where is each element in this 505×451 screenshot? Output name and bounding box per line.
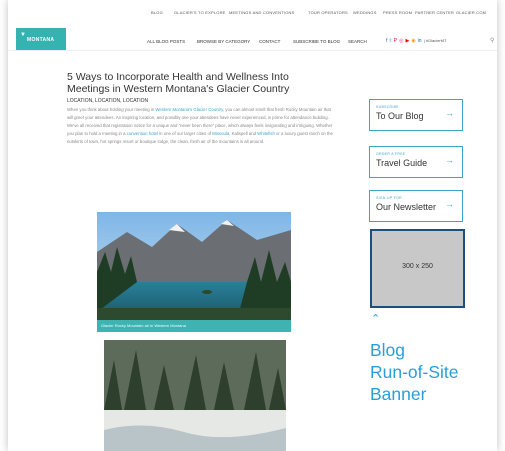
ad-placeholder[interactable]: 300 x 250 <box>370 229 465 308</box>
search-icon[interactable]: ⚲ <box>490 37 494 44</box>
youtube-icon[interactable]: ▶ <box>405 38 409 44</box>
twitter-icon[interactable]: 𝕥 <box>389 38 391 44</box>
link-missoula[interactable]: Missoula <box>212 131 229 136</box>
nav-search[interactable]: SEARCH <box>348 39 367 44</box>
instagram-icon[interactable]: ◎ <box>399 38 403 44</box>
top-utility-nav: BLOG GLACIER'S TO EXPLORE MEETINGS AND C… <box>8 10 497 22</box>
cta-title: Our Newsletter <box>376 202 437 212</box>
nav-subscribe[interactable]: SUBSCRIBE TO BLOG <box>293 39 340 44</box>
link-convention-hotel[interactable]: convention hotel <box>127 131 158 136</box>
travel-guide-cta[interactable]: ORDER A FREE Travel Guide → <box>369 146 463 178</box>
photo-caption: Glacier Rocky Mountain air in Western Mo… <box>101 323 186 328</box>
top-nav-glaciers[interactable]: GLACIER'S TO EXPLORE <box>174 10 226 15</box>
annotation-line-2: Run-of-Site <box>370 362 459 382</box>
link-whitefish[interactable]: Whitefish <box>257 131 275 136</box>
arrow-right-icon: → <box>445 108 454 118</box>
lake-mountain-photo: Glacier Rocky Mountain air in Western Mo… <box>97 212 291 332</box>
article-subhead: LOCATION, LOCATION, LOCATION <box>67 98 149 104</box>
hashtag: | #GlacierMT <box>423 38 447 43</box>
cta-eyebrow: ORDER A FREE <box>376 152 406 156</box>
top-nav-weddings[interactable]: WEDDINGS <box>353 10 377 15</box>
nav-all-blog-posts[interactable]: ALL BLOG POSTS <box>147 39 185 44</box>
main-header: ▼ MONTANA ALL BLOG POSTS BROWSE BY CATEG… <box>8 28 497 51</box>
cta-eyebrow: SIGN UP FOR <box>376 196 402 200</box>
caret-up-icon: ⌃ <box>371 313 381 325</box>
link-glacier-country[interactable]: Western Montana's Glacier Country <box>155 107 223 112</box>
ad-size-label: 300 x 250 <box>402 263 433 270</box>
cta-title: Travel Guide <box>376 158 428 168</box>
logo-mark: ▼ <box>20 32 26 38</box>
pinterest-icon[interactable]: P <box>394 38 397 44</box>
rss-icon[interactable]: ◉ <box>411 38 415 44</box>
top-nav-meetings[interactable]: MEETINGS AND CONVENTIONS <box>229 10 294 15</box>
forest-hot-spring-photo <box>104 340 286 451</box>
newsletter-cta[interactable]: SIGN UP FOR Our Newsletter → <box>369 190 463 222</box>
banner-annotation: Blog Run-of-Site Banner <box>370 339 497 405</box>
linkedin-icon[interactable]: in <box>418 38 422 44</box>
nav-browse-by-category[interactable]: BROWSE BY CATEGORY <box>197 39 250 44</box>
top-nav-blog[interactable]: BLOG <box>151 10 163 15</box>
article-title: 5 Ways to Incorporate Health and Wellnes… <box>67 71 290 95</box>
top-nav-partner-center[interactable]: PARTNER CENTER <box>415 10 454 15</box>
annotation-line-1: Blog <box>370 340 406 360</box>
arrow-right-icon: → <box>445 199 454 209</box>
webpage-frame: BLOG GLACIER'S TO EXPLORE MEETINGS AND C… <box>8 0 497 451</box>
cta-eyebrow: SUBSCRIBE <box>376 105 399 109</box>
site-logo[interactable]: ▼ MONTANA <box>16 28 66 50</box>
facebook-icon[interactable]: f <box>386 38 387 44</box>
body-text-4: , Kalispell and <box>229 131 258 136</box>
top-nav-glacier-com[interactable]: GLACIER.COM <box>456 10 486 15</box>
logo-text: MONTANA <box>27 37 55 43</box>
top-nav-press-room[interactable]: PRESS ROOM <box>383 10 412 15</box>
subscribe-blog-cta[interactable]: SUBSCRIBE To Our Blog → <box>369 99 463 131</box>
photo-caption-bar: Glacier Rocky Mountain air in Western Mo… <box>97 320 291 332</box>
body-text-3: in one of our larger cities of <box>158 131 213 136</box>
social-links: f 𝕥 P ◎ ▶ ◉ in | #GlacierMT <box>386 38 448 44</box>
top-nav-tour-operators[interactable]: TOUR OPERATORS <box>308 10 348 15</box>
cta-title: To Our Blog <box>376 111 424 121</box>
body-text-1: When you think about holding your meetin… <box>67 107 156 112</box>
annotation-line-3: Banner <box>370 384 427 404</box>
nav-contact[interactable]: CONTACT <box>259 39 280 44</box>
article-body: When you think about holding your meetin… <box>67 106 333 146</box>
arrow-right-icon: → <box>445 155 454 165</box>
